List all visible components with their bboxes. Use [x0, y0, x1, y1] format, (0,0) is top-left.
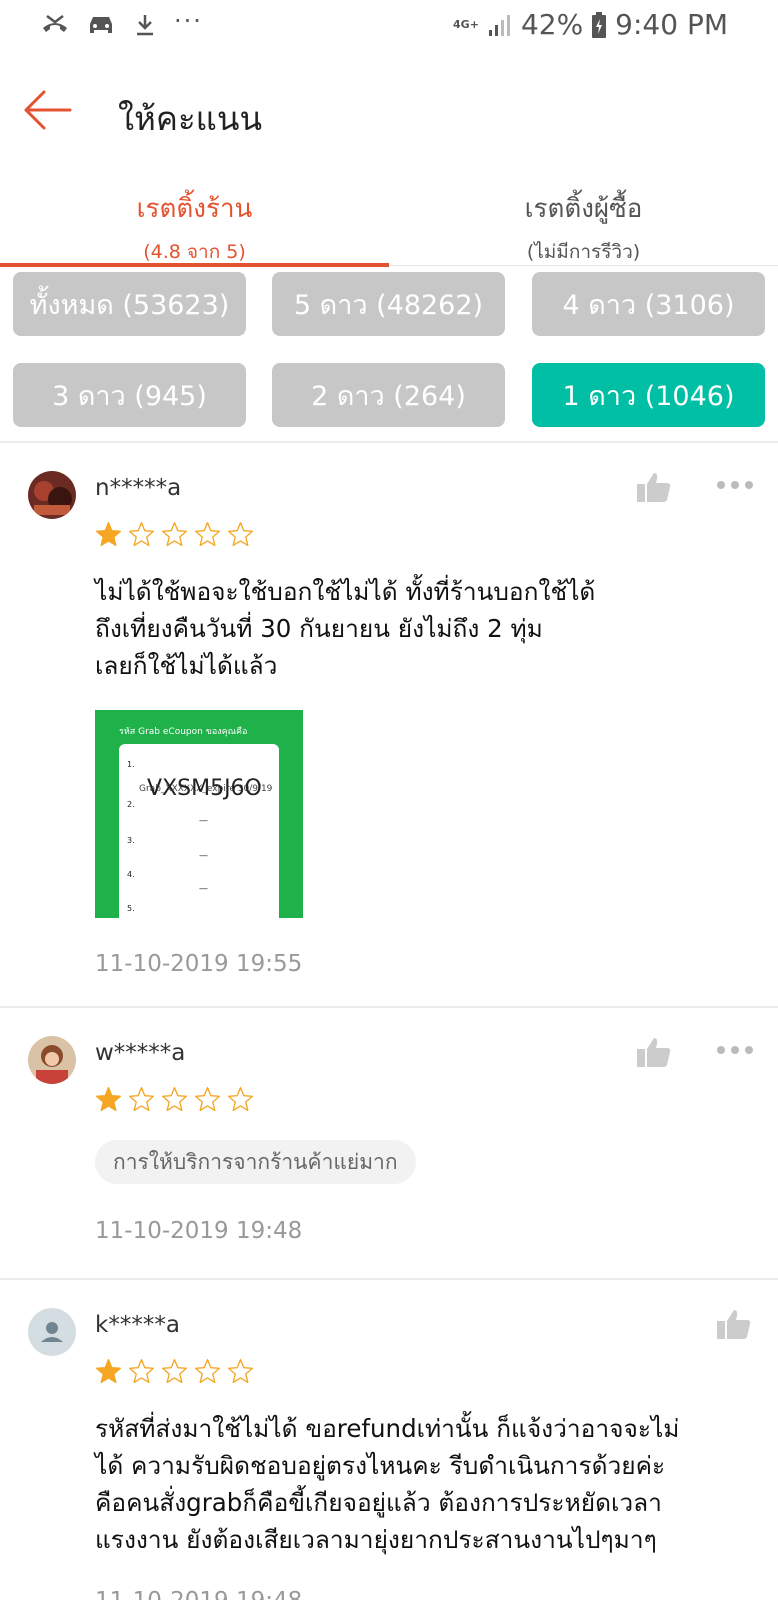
back-arrow-icon[interactable]: [22, 90, 74, 130]
coupon-number: 5.: [127, 904, 135, 913]
filter-1-star[interactable]: 1 ดาว (1046): [532, 363, 765, 427]
star-rating: [95, 1358, 254, 1385]
download-icon: [137, 15, 153, 36]
status-icons-left: ···: [40, 7, 203, 38]
filter-3-stars[interactable]: 3 ดาว (945): [13, 363, 246, 427]
star-empty-icon: [195, 1087, 220, 1112]
rating-tabs: เรตติ้งร้าน (4.8 จาก 5) เรตติ้งผู้ซื้อ (…: [0, 172, 778, 267]
coupon-mark: —: [199, 851, 208, 861]
like-icon[interactable]: [716, 1308, 752, 1340]
star-empty-icon: [228, 522, 253, 547]
review-item: k*****a รหัสที่ส่งมาใช้ไม่ได้ ขอrefundเท…: [0, 1280, 778, 1600]
review-text-line: ไม่ได้ใช้พอจะใช้บอกใช้ไม่ได้ ทั้งที่ร้าน…: [95, 577, 596, 606]
tab-shop-rating-title: เรตติ้งร้าน: [136, 194, 253, 224]
more-options-icon[interactable]: [716, 1044, 754, 1056]
header: ให้คะแนน: [0, 52, 778, 172]
coupon-number: 4.: [127, 870, 135, 879]
tab-shop-rating[interactable]: เรตติ้งร้าน (4.8 จาก 5): [0, 172, 389, 267]
tab-buyer-rating[interactable]: เรตติ้งผู้ซื้อ (ไม่มีการรีวิว): [389, 172, 778, 266]
coupon-mark: —: [199, 816, 208, 826]
coupon-mark: —: [199, 884, 208, 894]
coupon-code: VXSM5J6O: [147, 776, 262, 801]
review-text-line: แรงงาน ยังต้องเสียเวลามายุ่งยากประสานงาน…: [95, 1525, 657, 1554]
star-rating: [95, 521, 254, 548]
star-filled-icon: [96, 522, 121, 547]
clock: 9:40 PM: [615, 8, 728, 41]
star-empty-icon: [162, 522, 187, 547]
battery-charging-icon: [592, 11, 607, 38]
filter-4-stars[interactable]: 4 ดาว (3106): [532, 272, 765, 336]
like-icon[interactable]: [636, 1036, 672, 1068]
car-icon: [90, 17, 112, 33]
review-tag: การให้บริการจากร้านค้าแย่มาก: [95, 1140, 416, 1184]
missed-call-icon: [43, 15, 67, 32]
review-text: รหัสที่ส่งมาใช้ไม่ได้ ขอrefundเท่านั้น ก…: [95, 1410, 765, 1558]
review-text-line: ถึงเที่ยงคืนวันที่ 30 กันยายน ยังไม่ถึง …: [95, 614, 543, 643]
default-avatar-icon: [28, 1308, 76, 1356]
avatar: [28, 1036, 76, 1084]
reviewer-name: n*****a: [95, 475, 182, 501]
coupon-header: รหัส Grab eCoupon ของคุณคือ: [119, 727, 248, 737]
coupon-number: 3.: [127, 836, 135, 845]
coupon-card: Grab_XXXXXX_expire 30/9/19 VXSM5J6O 1. 2…: [119, 744, 279, 918]
review-text-line: คือคนสั่งgrabก็คือขี้เกียจอยู่แล้ว ต้องก…: [95, 1488, 662, 1517]
review-text: ไม่ได้ใช้พอจะใช้บอกใช้ไม่ได้ ทั้งที่ร้าน…: [95, 573, 755, 684]
reviewer-name: k*****a: [95, 1312, 180, 1338]
page-title: ให้คะแนน: [118, 99, 263, 138]
star-empty-icon: [195, 1359, 220, 1384]
tab-buyer-rating-title: เรตติ้งผู้ซื้อ: [524, 194, 643, 224]
more-options-icon[interactable]: [716, 479, 754, 491]
network-type: 4G+: [453, 18, 479, 31]
star-filled-icon: [96, 1087, 121, 1112]
review-date: 11-10-2019 19:48: [95, 1218, 303, 1244]
status-bar: ··· 4G+ 42% 9:40 PM: [0, 0, 778, 52]
star-empty-icon: [162, 1087, 187, 1112]
filter-5-stars[interactable]: 5 ดาว (48262): [272, 272, 505, 336]
review-text-line: เลยก็ใช้ไม่ได้แล้ว: [95, 651, 278, 680]
star-empty-icon: [228, 1087, 253, 1112]
star-rating: [95, 1086, 254, 1113]
coupon-number: 1.: [127, 760, 135, 769]
reviewer-name: w*****a: [95, 1040, 186, 1066]
review-date: 11-10-2019 19:55: [95, 951, 303, 977]
filter-2-stars[interactable]: 2 ดาว (264): [272, 363, 505, 427]
avatar: [28, 471, 76, 519]
star-empty-icon: [195, 522, 220, 547]
review-item: n*****a ไม่ได้ใช้พอจะใช้บอกใช้ไม่ได้ ทั้…: [0, 443, 778, 1005]
battery-percent: 42%: [520, 8, 584, 41]
active-tab-indicator: [0, 263, 389, 267]
status-icons-right: 4G+ 42% 9:40 PM: [453, 8, 728, 41]
star-empty-icon: [129, 522, 154, 547]
tab-buyer-rating-sub: (ไม่มีการรีวิว): [526, 241, 641, 263]
review-date: 11-10-2019 19:48: [95, 1588, 302, 1600]
filter-all[interactable]: ทั้งหมด (53623): [13, 272, 246, 336]
review-item: w*****a การให้บริการจากร้านค้าแย่มาก 11-…: [0, 1008, 778, 1276]
star-empty-icon: [228, 1359, 253, 1384]
more-notifications-icon: ···: [174, 7, 203, 35]
signal-icon: [488, 14, 510, 36]
star-empty-icon: [129, 1087, 154, 1112]
star-filled-icon: [96, 1359, 121, 1384]
star-empty-icon: [162, 1359, 187, 1384]
coupon-number: 2.: [127, 800, 135, 809]
review-photo[interactable]: รหัส Grab eCoupon ของคุณคือ Grab_XXXXXX_…: [95, 710, 303, 918]
review-text-line: รหัสที่ส่งมาใช้ไม่ได้ ขอrefundเท่านั้น ก…: [95, 1414, 680, 1443]
review-text-line: ได้ ความรับผิดชอบอยู่ตรงไหนคะ รีบดำเนินก…: [95, 1451, 666, 1480]
like-icon[interactable]: [636, 471, 672, 503]
star-empty-icon: [129, 1359, 154, 1384]
